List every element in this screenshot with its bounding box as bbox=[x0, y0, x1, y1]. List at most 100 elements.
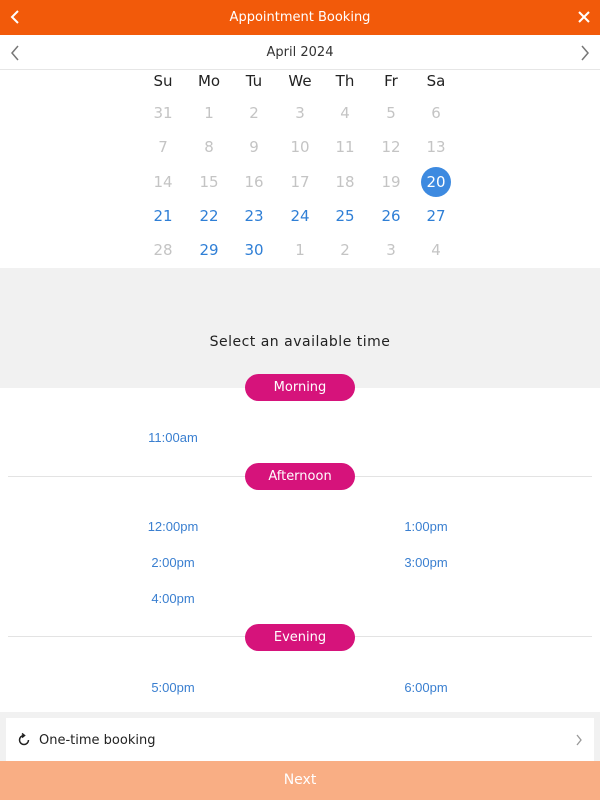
weekday-label: Fr bbox=[384, 72, 398, 90]
calendar-day: 2 bbox=[231, 97, 277, 129]
calendar-day-number: 14 bbox=[153, 173, 173, 191]
calendar-day-number: 15 bbox=[199, 173, 219, 191]
calendar-day: 10 bbox=[277, 131, 323, 163]
calendar-day: 31 bbox=[140, 97, 186, 129]
calendar-day: 7 bbox=[140, 131, 186, 163]
time-slot-button[interactable]: 3:00pm bbox=[371, 555, 481, 570]
calendar-day-number: 5 bbox=[386, 104, 396, 122]
calendar-day: 18 bbox=[322, 166, 368, 198]
time-prompt-panel: Select an available time bbox=[0, 268, 600, 388]
calendar-day-number: 16 bbox=[244, 173, 264, 191]
calendar-day: 12 bbox=[368, 131, 414, 163]
calendar-day: 3 bbox=[277, 97, 323, 129]
calendar-day-number: 20 bbox=[426, 173, 446, 191]
month-label: April 2024 bbox=[266, 45, 334, 60]
time-slot-button[interactable]: 1:00pm bbox=[371, 519, 481, 534]
calendar-day: 28 bbox=[140, 234, 186, 266]
calendar-day[interactable]: 30 bbox=[231, 234, 277, 266]
calendar-day-number: 2 bbox=[249, 104, 259, 122]
time-slot-button[interactable]: 5:00pm bbox=[118, 680, 228, 695]
calendar-day-number: 1 bbox=[204, 104, 214, 122]
calendar-day-number: 7 bbox=[158, 138, 168, 156]
booking-type-selector[interactable]: One-time booking bbox=[6, 718, 594, 762]
calendar-day-selected[interactable]: 20 bbox=[413, 166, 459, 198]
calendar-day: 16 bbox=[231, 166, 277, 198]
weekday-label: Sa bbox=[426, 72, 446, 90]
header-bar: Appointment Booking bbox=[0, 0, 600, 35]
calendar-day: 1 bbox=[186, 97, 232, 129]
calendar-day-number: 10 bbox=[290, 138, 310, 156]
calendar-day-number: 21 bbox=[153, 207, 173, 225]
calendar-day-number: 22 bbox=[199, 207, 219, 225]
calendar-day[interactable]: 24 bbox=[277, 200, 323, 232]
calendar-day-number: 9 bbox=[249, 138, 259, 156]
calendar-day: 5 bbox=[368, 97, 414, 129]
calendar-day-number: 4 bbox=[431, 241, 441, 259]
booking-type-label: One-time booking bbox=[39, 733, 156, 748]
calendar-day-number: 13 bbox=[426, 138, 446, 156]
time-slot-button[interactable]: 12:00pm bbox=[118, 519, 228, 534]
calendar-day: 17 bbox=[277, 166, 323, 198]
calendar-day: 4 bbox=[322, 97, 368, 129]
calendar-day-number: 30 bbox=[244, 241, 264, 259]
month-navigator: April 2024 bbox=[0, 35, 600, 70]
close-icon[interactable] bbox=[572, 5, 596, 29]
calendar-day[interactable]: 23 bbox=[231, 200, 277, 232]
calendar-day: 3 bbox=[368, 234, 414, 266]
evening-section-label: Evening bbox=[245, 624, 355, 651]
calendar-day[interactable]: 25 bbox=[322, 200, 368, 232]
calendar-day[interactable]: 27 bbox=[413, 200, 459, 232]
chevron-right-icon bbox=[576, 734, 582, 746]
calendar-day[interactable]: 21 bbox=[140, 200, 186, 232]
calendar-day-number: 4 bbox=[340, 104, 350, 122]
chevron-right-icon[interactable] bbox=[576, 43, 594, 63]
calendar-day-number: 17 bbox=[290, 173, 310, 191]
morning-section-label: Morning bbox=[245, 374, 355, 401]
calendar-day: 11 bbox=[322, 131, 368, 163]
calendar-day[interactable]: 22 bbox=[186, 200, 232, 232]
calendar-day-number: 19 bbox=[381, 173, 401, 191]
page-title: Appointment Booking bbox=[229, 10, 371, 25]
time-slot-button[interactable]: 6:00pm bbox=[371, 680, 481, 695]
weekday-label: We bbox=[288, 72, 312, 90]
afternoon-section-label: Afternoon bbox=[245, 463, 355, 490]
weekday-label: Tu bbox=[245, 72, 263, 90]
time-prompt: Select an available time bbox=[209, 334, 391, 350]
calendar-day-number: 8 bbox=[204, 138, 214, 156]
calendar-day[interactable]: 29 bbox=[186, 234, 232, 266]
calendar-day-number: 27 bbox=[426, 207, 446, 225]
calendar-day-number: 12 bbox=[381, 138, 401, 156]
calendar-day-number: 31 bbox=[153, 104, 173, 122]
calendar-day-number: 11 bbox=[335, 138, 355, 156]
calendar-day-number: 26 bbox=[381, 207, 401, 225]
time-slot-button[interactable]: 4:00pm bbox=[118, 591, 228, 606]
weekday-label: Mo bbox=[197, 72, 221, 90]
calendar-day-number: 28 bbox=[153, 241, 173, 259]
calendar-day: 2 bbox=[322, 234, 368, 266]
calendar-day: 1 bbox=[277, 234, 323, 266]
calendar-day: 15 bbox=[186, 166, 232, 198]
calendar-day-number: 3 bbox=[386, 241, 396, 259]
calendar-day: 4 bbox=[413, 234, 459, 266]
calendar-day: 8 bbox=[186, 131, 232, 163]
calendar-day[interactable]: 26 bbox=[368, 200, 414, 232]
calendar-day-number: 24 bbox=[290, 207, 310, 225]
calendar-day: 19 bbox=[368, 166, 414, 198]
calendar-day: 9 bbox=[231, 131, 277, 163]
booking-screen: Appointment Booking April 2024 Su Mo Tu … bbox=[0, 0, 600, 800]
calendar-day-number: 18 bbox=[335, 173, 355, 191]
calendar-day-number: 6 bbox=[431, 104, 441, 122]
weekday-label: Su bbox=[153, 72, 173, 90]
time-slot-button[interactable]: 2:00pm bbox=[118, 555, 228, 570]
calendar-day-number: 1 bbox=[295, 241, 305, 259]
weekday-header: Su Mo Tu We Th Fr Sa bbox=[140, 72, 460, 94]
weekday-label: Th bbox=[335, 72, 355, 90]
calendar-day: 6 bbox=[413, 97, 459, 129]
calendar-day-number: 25 bbox=[335, 207, 355, 225]
next-button[interactable]: Next bbox=[0, 761, 600, 800]
calendar-day-number: 29 bbox=[199, 241, 219, 259]
calendar-day-number: 23 bbox=[244, 207, 264, 225]
refresh-icon bbox=[18, 732, 30, 746]
calendar-day: 14 bbox=[140, 166, 186, 198]
time-slot-button[interactable]: 11:00am bbox=[118, 430, 228, 445]
